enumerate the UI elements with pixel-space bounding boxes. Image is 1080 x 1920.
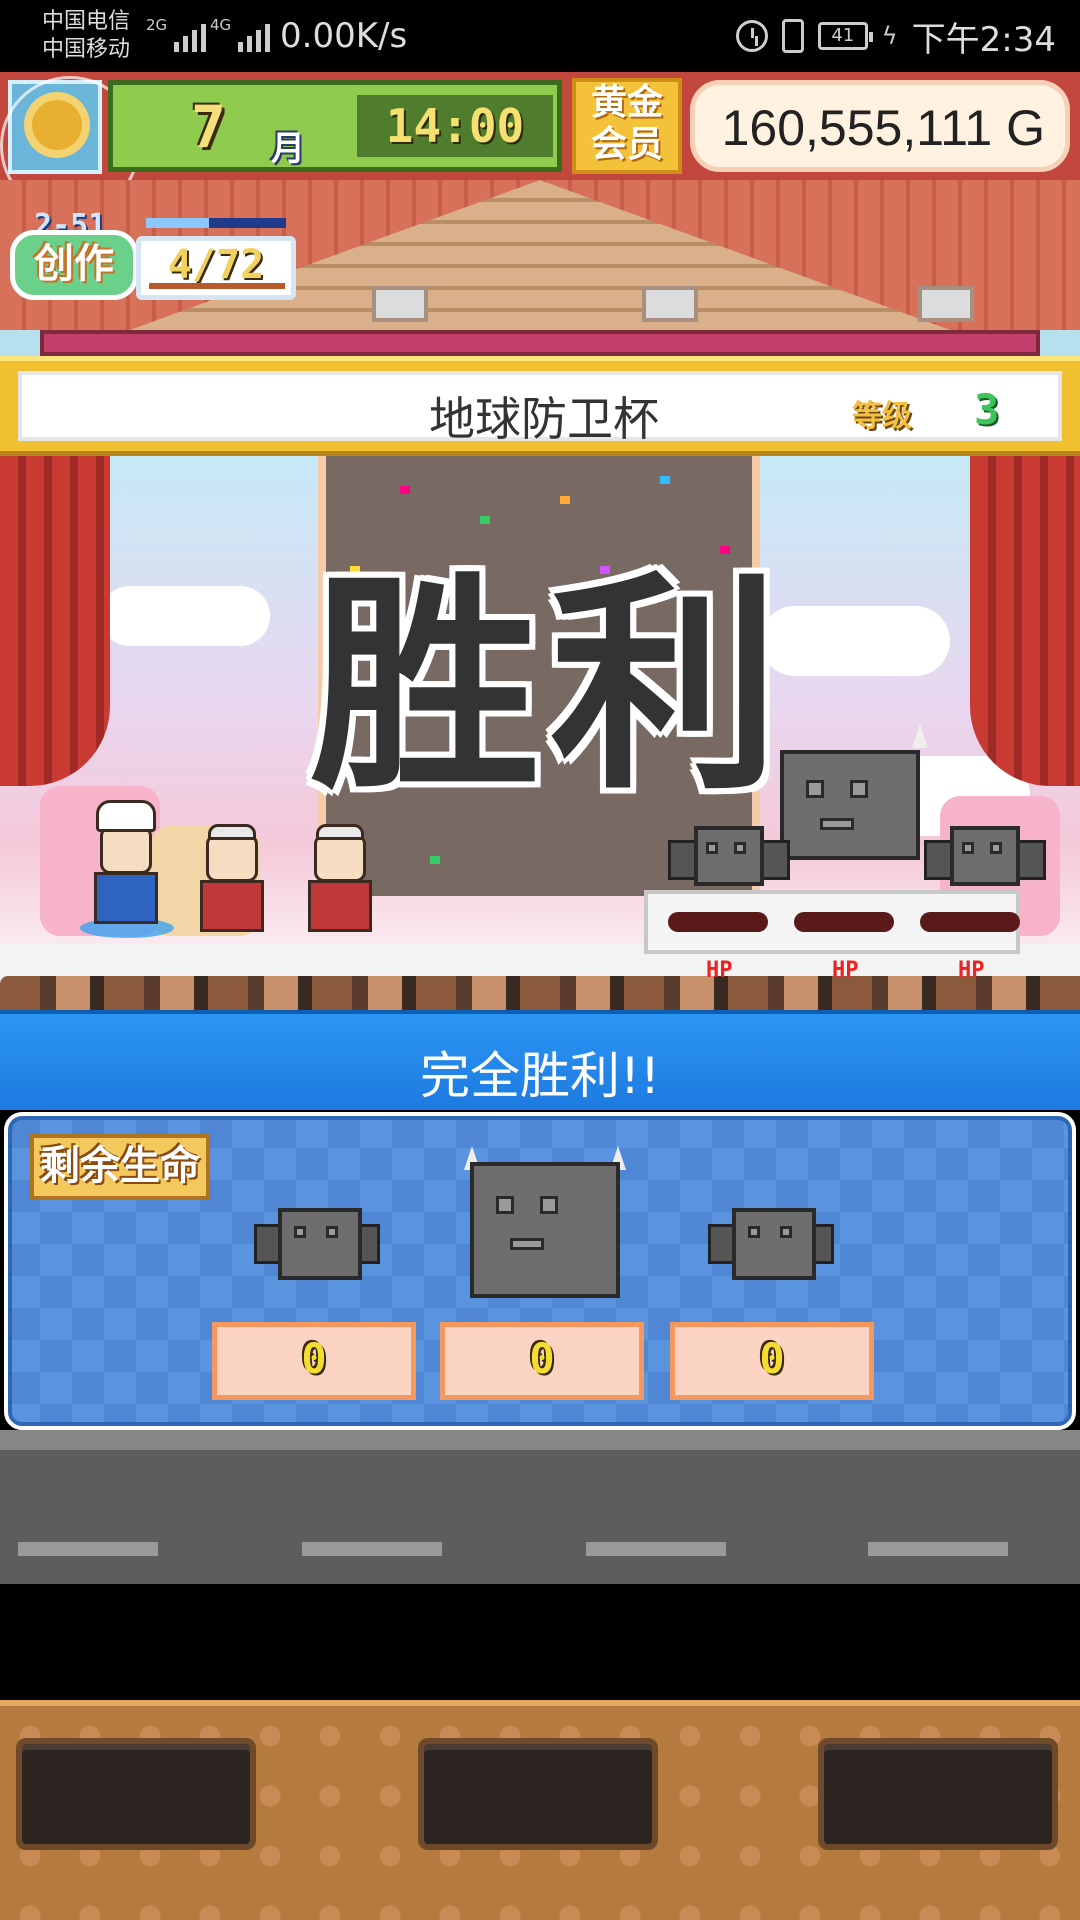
carrier-1: 中国电信 xyxy=(42,9,131,34)
chef-character xyxy=(80,800,174,938)
confetti xyxy=(430,856,440,864)
status-bar: 中国电信 中国移动 2G 4G 0.00K/s 41 ϟ 下午2:34 xyxy=(0,0,1080,72)
charging-icon: ϟ xyxy=(881,22,898,50)
enemy-hp-bar xyxy=(668,912,768,932)
craft-label: 创作 xyxy=(10,230,138,300)
enemy-hp-bar xyxy=(794,912,894,932)
road xyxy=(0,1430,1080,1584)
boss-robot-enemy xyxy=(460,1146,630,1306)
rank-label: 等级 xyxy=(852,399,912,434)
month-unit: 月 xyxy=(271,129,305,169)
battle-scene: 胜利 HP HP HP xyxy=(0,456,1080,1010)
small-robot-enemy xyxy=(668,820,790,900)
status-time: 下午2:34 xyxy=(911,19,1056,60)
game-time: 14:00 xyxy=(385,99,525,153)
small-robot-enemy xyxy=(254,1198,380,1298)
menu-button-left[interactable] xyxy=(16,1738,256,1850)
top-hud: 7 月 14:00 黄金 会员 160,555,111 G xyxy=(0,72,1080,216)
divider xyxy=(0,1584,1080,1700)
member-badge-line-2: 会员 xyxy=(590,124,663,165)
craft-count: 4/72 xyxy=(136,236,296,300)
stage-rail xyxy=(40,330,1040,356)
remaining-hp-label: 剩余生命 xyxy=(30,1134,210,1200)
bottom-menu xyxy=(0,1700,1080,1920)
enemy-hp-value: 0 xyxy=(759,1334,785,1383)
menu-button-center[interactable] xyxy=(418,1738,658,1850)
battery-icon: 41 xyxy=(817,22,873,50)
enemy-hp-slot: 0 xyxy=(440,1322,644,1400)
enemy-hp-bar xyxy=(920,912,1020,932)
signal-icon-2: 4G xyxy=(210,16,271,52)
gold-member-badge[interactable]: 黄金 会员 xyxy=(572,78,682,174)
net-type-1: 2G xyxy=(146,16,168,34)
rank-value: 3 xyxy=(974,385,1000,434)
carrier-2: 中国移动 xyxy=(42,37,131,62)
hp-label: HP xyxy=(832,958,859,983)
small-robot-enemy xyxy=(924,820,1046,900)
cloud xyxy=(100,586,270,646)
money-amount: 160,555,111 G xyxy=(721,100,1045,156)
curtain-left xyxy=(0,456,110,786)
confetti xyxy=(400,486,410,494)
enemy-hp-slot: 0 xyxy=(670,1322,874,1400)
enemy-hp-value: 0 xyxy=(301,1334,327,1383)
hp-label: HP xyxy=(958,958,985,983)
guard-character xyxy=(192,824,272,938)
result-panel: 剩余生命 0 0 0 xyxy=(4,1112,1076,1430)
net-speed: 0.00K/s xyxy=(280,16,408,56)
result-header: 完全胜利!! xyxy=(0,1010,1080,1110)
alarm-icon xyxy=(735,20,768,52)
signal-icon: 2G xyxy=(146,16,207,52)
net-type-2: 4G xyxy=(210,16,232,34)
carrier-info: 中国电信 中国移动 xyxy=(42,8,130,64)
tournament-banner: 地球防卫杯 等级 3 xyxy=(0,356,1080,456)
member-badge-line-1: 黄金 xyxy=(590,82,663,123)
audience-crowd xyxy=(0,976,1080,1010)
craft-badge[interactable]: 2-51 创作 4/72 xyxy=(6,208,296,300)
craft-progress-bar xyxy=(146,218,286,228)
month-number: 7 xyxy=(191,93,226,161)
enemy-hp-slot: 0 xyxy=(212,1322,416,1400)
curtain-right xyxy=(970,456,1080,786)
menu-button-right[interactable] xyxy=(818,1738,1058,1850)
small-robot-enemy xyxy=(708,1198,834,1298)
hp-label: HP xyxy=(706,958,733,983)
calendar-bar: 7 月 14:00 xyxy=(108,80,562,172)
guard-character xyxy=(300,824,380,938)
confetti xyxy=(660,476,670,484)
boss-robot-enemy xyxy=(780,724,930,880)
battle-stage: 2-51 创作 4/72 地球防卫杯 等级 3 胜利 HP HP HP xyxy=(0,180,1080,1010)
result-title: 完全胜利!! xyxy=(419,1047,661,1105)
victory-text: 胜利 xyxy=(309,551,790,821)
enemy-hp-value: 0 xyxy=(529,1334,555,1383)
enemy-hp-table: HP HP HP xyxy=(644,890,1020,983)
money-display: 160,555,111 G xyxy=(690,80,1070,172)
clock-box: 14:00 xyxy=(357,95,553,157)
vibrate-icon xyxy=(781,19,804,53)
